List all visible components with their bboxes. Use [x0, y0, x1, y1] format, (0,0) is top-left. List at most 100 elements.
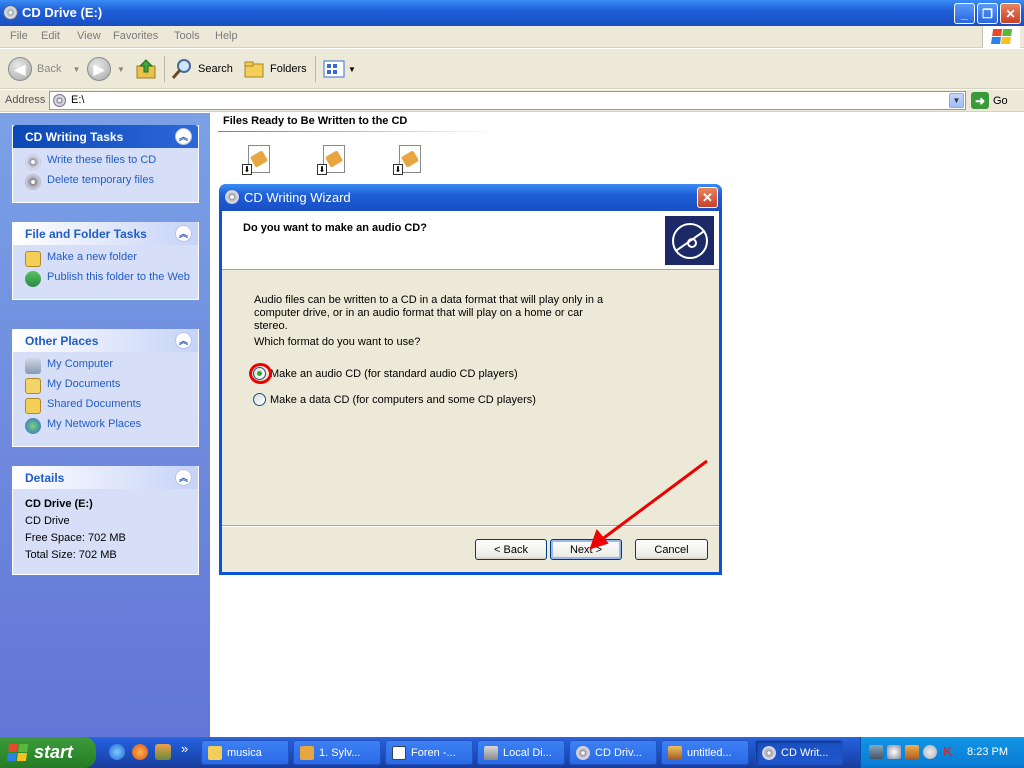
wizard-close-button[interactable]: ✕: [697, 187, 718, 208]
go-label: Go: [993, 94, 1008, 107]
start-button[interactable]: start: [0, 737, 96, 768]
taskbar-item-foren[interactable]: Foren -...: [385, 740, 473, 765]
my-documents-icon: [25, 378, 41, 394]
my-computer-link[interactable]: My Computer: [25, 358, 190, 374]
up-folder-button[interactable]: [135, 55, 157, 83]
section-title: Files Ready to Be Written to the CD: [223, 115, 408, 127]
my-documents-link[interactable]: My Documents: [25, 378, 190, 394]
menu-help[interactable]: Help: [215, 30, 238, 42]
folders-button[interactable]: Folders: [243, 55, 307, 83]
menu-view[interactable]: View: [77, 30, 101, 42]
audio-cd-option[interactable]: Make an audio CD (for standard audio CD …: [253, 367, 518, 380]
minimize-button[interactable]: _: [954, 3, 975, 24]
menu-edit[interactable]: Edit: [41, 30, 60, 42]
pending-file-icon[interactable]: ⬇: [317, 144, 349, 177]
shared-documents-icon: [25, 398, 41, 414]
wizard-header: Do you want to make an audio CD?: [222, 211, 719, 270]
wizard-prompt: Which format do you want to use?: [254, 336, 421, 348]
wizard-title: CD Writing Wizard: [244, 190, 351, 205]
data-cd-radio[interactable]: [253, 393, 266, 406]
taskbar-item-label: untitled...: [687, 746, 732, 759]
collapse-chevron-icon[interactable]: ︽: [175, 225, 192, 242]
shared-documents-link[interactable]: Shared Documents: [25, 398, 190, 414]
task-label: Write these files to CD: [47, 154, 157, 166]
other-places-header[interactable]: Other Places ︽: [13, 329, 198, 352]
forward-button[interactable]: ▶ ▼: [87, 55, 125, 83]
window-titlebar[interactable]: CD Drive (E:) _ ❐ ✕: [0, 0, 1024, 26]
address-dropdown-icon[interactable]: ▼: [949, 93, 964, 108]
write-files-to-cd-link[interactable]: Write these files to CD: [25, 154, 190, 170]
delete-temporary-files-link[interactable]: Delete temporary files: [25, 174, 190, 190]
close-button[interactable]: ✕: [1000, 3, 1021, 24]
up-folder-icon: [136, 59, 156, 79]
forward-arrow-icon: ▶: [87, 57, 111, 81]
taskbar: start » musica 1. Sylv... Foren -... Loc…: [0, 737, 1024, 768]
taskbar-item-untitled[interactable]: untitled...: [661, 740, 749, 765]
wizard-titlebar[interactable]: CD Writing Wizard ✕: [219, 184, 722, 211]
task-label: My Documents: [47, 378, 121, 390]
taskbar-item-musica[interactable]: musica: [201, 740, 289, 765]
toolbar-separator: [315, 56, 316, 82]
antivirus-tray-icon[interactable]: K: [941, 745, 955, 759]
taskbar-item-sylv[interactable]: 1. Sylv...: [293, 740, 381, 765]
address-input[interactable]: E:\ ▼: [49, 91, 966, 110]
volume-tray-icon[interactable]: [923, 745, 937, 759]
back-label: Back: [37, 63, 62, 75]
collapse-chevron-icon[interactable]: ︽: [175, 332, 192, 349]
back-dropdown-icon[interactable]: ▼: [72, 65, 80, 74]
views-icon: [323, 60, 345, 78]
quicklaunch-app-icon[interactable]: [155, 744, 171, 760]
toolbar: ◀ Back ▼ ▶ ▼ Search Folders ▼: [0, 49, 1024, 89]
audio-cd-label: Make an audio CD (for standard audio CD …: [270, 367, 518, 380]
annotation-red-circle: [249, 363, 272, 384]
other-places-panel: Other Places ︽ My Computer My Documents …: [12, 329, 199, 447]
quicklaunch-more-icon[interactable]: »: [181, 741, 188, 756]
menu-favorites[interactable]: Favorites: [113, 30, 158, 42]
go-arrow-icon: ➜: [971, 92, 989, 109]
menu-tools[interactable]: Tools: [174, 30, 200, 42]
local-disk-icon: [484, 745, 498, 760]
back-button[interactable]: < Back: [475, 539, 547, 560]
go-button[interactable]: ➜ Go: [971, 92, 1008, 109]
menu-file[interactable]: File: [10, 30, 28, 42]
wizard-question: Do you want to make an audio CD?: [243, 222, 427, 234]
cd-writing-tasks-header[interactable]: CD Writing Tasks ︽: [13, 125, 198, 148]
file-folder-tasks-header[interactable]: File and Folder Tasks ︽: [13, 222, 198, 245]
make-new-folder-link[interactable]: Make a new folder: [25, 251, 190, 267]
pending-file-icon[interactable]: ⬇: [242, 144, 274, 177]
back-button[interactable]: ◀ Back ▼: [8, 55, 80, 83]
collapse-chevron-icon[interactable]: ︽: [175, 128, 192, 145]
task-label: Make a new folder: [47, 251, 137, 263]
app-tray-icon[interactable]: [905, 745, 919, 759]
views-button[interactable]: ▼: [323, 55, 356, 83]
pending-file-icon[interactable]: ⬇: [393, 144, 425, 177]
my-computer-icon: [25, 358, 41, 374]
windows-logo-icon: [982, 26, 1020, 48]
data-cd-option[interactable]: Make a data CD (for computers and some C…: [253, 393, 536, 406]
details-drive-name: CD Drive (E:): [25, 498, 93, 510]
publish-folder-to-web-link[interactable]: Publish this folder to the Web: [25, 271, 190, 287]
search-button[interactable]: Search: [171, 55, 233, 83]
firefox-icon[interactable]: [132, 744, 148, 760]
my-network-places-link[interactable]: My Network Places: [25, 418, 190, 434]
toolbar-separator: [164, 56, 165, 82]
cd-tray-icon[interactable]: [887, 745, 901, 759]
details-panel: Details ︽ CD Drive (E:) CD Drive Free Sp…: [12, 466, 199, 575]
restore-button[interactable]: ❐: [977, 3, 998, 24]
collapse-chevron-icon[interactable]: ︽: [175, 469, 192, 486]
clock[interactable]: 8:23 PM: [967, 746, 1008, 758]
taskbar-item-cd-drive[interactable]: CD Driv...: [569, 740, 657, 765]
cd-writing-tasks-panel: CD Writing Tasks ︽ Write these files to …: [12, 125, 199, 203]
network-tray-icon[interactable]: [869, 745, 883, 759]
address-label: Address: [5, 94, 46, 106]
document-icon: [392, 745, 406, 760]
forward-dropdown-icon[interactable]: ▼: [117, 65, 125, 74]
taskbar-item-local-disk[interactable]: Local Di...: [477, 740, 565, 765]
taskbar-item-cd-writing-wizard[interactable]: CD Writ...: [755, 740, 843, 765]
task-pane: CD Writing Tasks ︽ Write these files to …: [0, 113, 210, 737]
internet-explorer-icon[interactable]: [109, 744, 125, 760]
task-label: Delete temporary files: [47, 174, 154, 186]
cd-writer-icon: [225, 190, 239, 204]
details-header[interactable]: Details ︽: [13, 466, 198, 489]
publish-web-icon: [25, 271, 41, 287]
